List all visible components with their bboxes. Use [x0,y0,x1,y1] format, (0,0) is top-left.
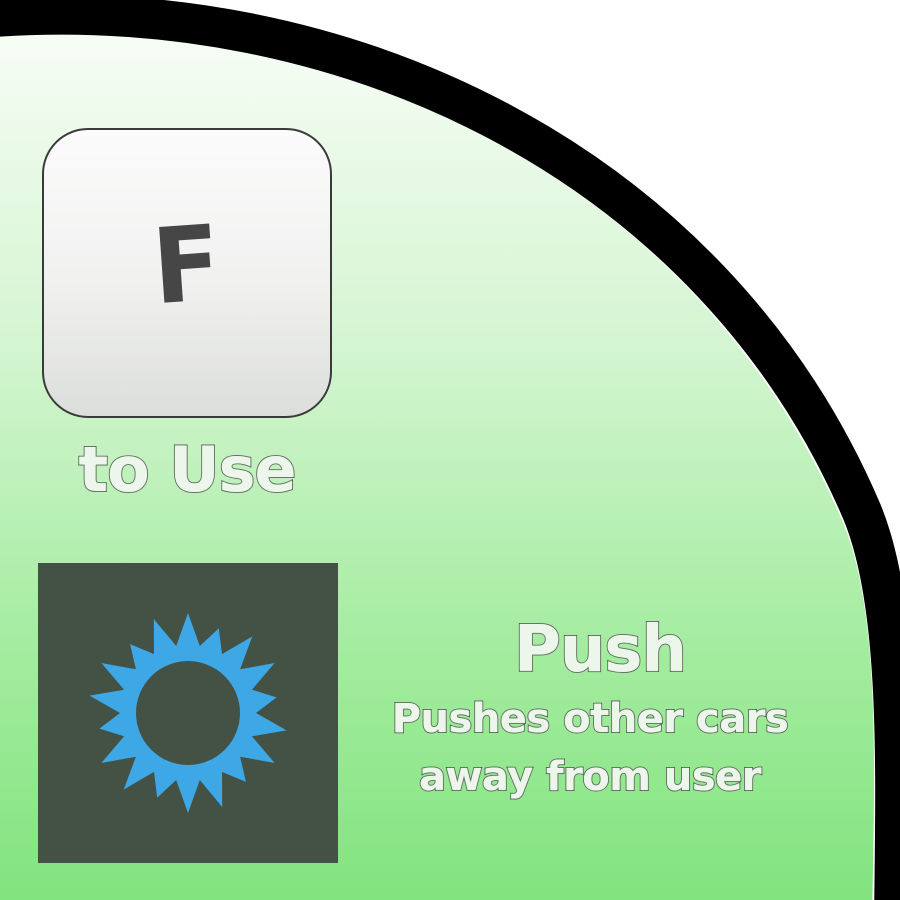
sunburst-push-icon [89,613,287,813]
f-key-icon: F [42,128,332,418]
ability-description-line: Pushes other cars [391,695,790,743]
ability-name: Push [513,612,688,688]
to-use-label: to Use [77,432,297,507]
ability-tooltip-card: F to Use Push Pushes other cars away fro… [0,0,900,900]
ability-description-line: away from user [418,753,763,801]
key-letter: F [149,201,225,329]
burst-center [136,661,240,765]
ability-icon-tile [38,563,338,863]
